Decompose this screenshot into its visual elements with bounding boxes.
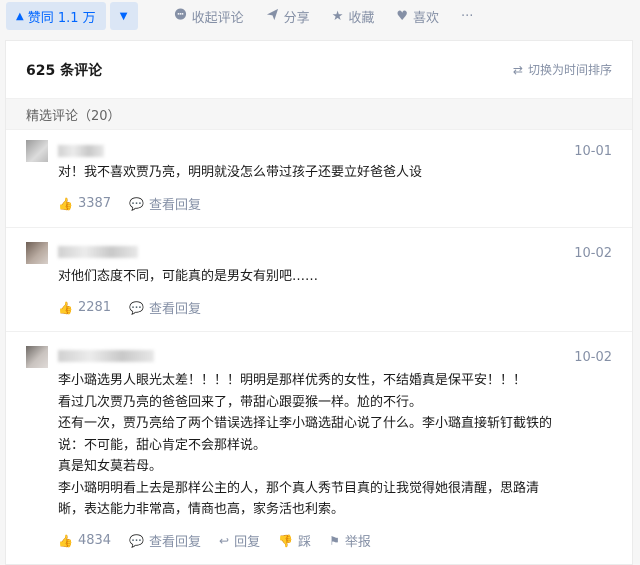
- username-blurred[interactable]: [58, 145, 104, 157]
- comment-icon: 💬: [129, 196, 144, 211]
- collect-button[interactable]: ★ 收藏: [332, 7, 375, 26]
- like-button[interactable]: ♥ 喜欢: [396, 7, 439, 26]
- avatar[interactable]: [26, 140, 48, 162]
- more-button[interactable]: ···: [461, 9, 473, 24]
- view-replies-button[interactable]: 💬 查看回复: [129, 194, 202, 214]
- comment-item: 10-02 对他们态度不同，可能真的是男女有别吧…… 👍 2281 💬 查看回复: [6, 228, 632, 332]
- collect-label: 收藏: [348, 10, 375, 26]
- like-count: 2281: [77, 300, 112, 315]
- view-replies-label: 查看回复: [149, 535, 202, 550]
- share-label: 分享: [283, 10, 310, 26]
- view-replies-button[interactable]: 💬 查看回复: [129, 298, 202, 318]
- upvote-button[interactable]: ▲ 赞同 1.1 万: [6, 2, 106, 30]
- comment-date: 10-02: [574, 246, 612, 261]
- avatar[interactable]: [26, 346, 48, 368]
- comment-line: 说：不可能，甜心肯定不会那样说。: [58, 437, 267, 453]
- sort-label: 切换为时间排序: [527, 63, 612, 77]
- comment-icon: 💬: [129, 300, 144, 315]
- thumb-up-icon: 👍: [58, 533, 73, 548]
- answer-action-bar: ▲ 赞同 1.1 万 ▼ 收起评论 分享 ★ 收藏 ♥ 喜欢 ···: [0, 0, 640, 32]
- comment-date: 10-01: [574, 144, 612, 159]
- comment-line: 李小璐明明看上去是那样公主的人，那个真人秀节目真的让我觉得她很清醒，思路清: [58, 480, 540, 496]
- flag-icon: ⚑: [329, 533, 340, 548]
- report-button[interactable]: ⚑ 举报: [329, 531, 371, 551]
- view-replies-label: 查看回复: [149, 198, 202, 213]
- comment-actions: 👍 3387 💬 查看回复: [6, 184, 632, 224]
- collapse-comments-button[interactable]: 收起评论: [174, 7, 244, 26]
- swap-icon: ⇄: [512, 62, 523, 77]
- comment-line: 真是知女莫若母。: [58, 459, 163, 474]
- reply-label: 回复: [234, 535, 261, 550]
- comment-item: 10-02 李小璐选男人眼光太差！！！！明明是那样优秀的女性，不结婚真是保平安！…: [6, 332, 632, 561]
- share-button[interactable]: 分享: [266, 7, 310, 26]
- comment-text: 对！我不喜欢贾乃亮，明明就没怎么带过孩子还要立好爸爸人设: [6, 160, 632, 184]
- reply-button[interactable]: ↩ 回复: [219, 531, 261, 551]
- section-title: 精选评论（20）: [26, 108, 121, 124]
- dislike-button[interactable]: 👎 踩: [278, 531, 312, 551]
- comment-item: 10-01 对！我不喜欢贾乃亮，明明就没怎么带过孩子还要立好爸爸人设 👍 338…: [6, 130, 632, 228]
- like-count: 3387: [77, 196, 112, 211]
- comment-count: 625 条评论: [26, 62, 103, 79]
- view-replies-button[interactable]: 💬 查看回复: [129, 531, 202, 551]
- comments-panel: 625 条评论 ⇄ 切换为时间排序 精选评论（20） 10-01 对！我不喜欢贾…: [5, 40, 633, 565]
- comment-line: 对！我不喜欢贾乃亮，明明就没怎么带过孩子还要立好爸爸人设: [58, 165, 423, 180]
- share-icon: [266, 8, 279, 25]
- comment-date: 10-02: [574, 350, 612, 365]
- comments-header: 625 条评论 ⇄ 切换为时间排序: [6, 41, 632, 99]
- comment-line: 对他们态度不同，可能真的是男女有别吧……: [58, 269, 319, 284]
- comment-actions: 👍 2281 💬 查看回复: [6, 288, 632, 328]
- dislike-label: 踩: [298, 535, 312, 550]
- sort-toggle[interactable]: ⇄ 切换为时间排序: [513, 61, 612, 78]
- star-icon: ★: [331, 8, 344, 24]
- comment-actions: 👍 4834 💬 查看回复 ↩ 回复 👎 踩 ⚑ 举报: [6, 521, 632, 561]
- like-count: 4834: [77, 533, 112, 548]
- triangle-up-icon: ▲: [16, 10, 24, 22]
- comment-line: 李小璐选男人眼光太差！！！！明明是那样优秀的女性，不结婚真是保平安！！！: [58, 373, 527, 388]
- comment-line: 晰，表达能力非常高，情商也高，家务活也利索。: [58, 502, 345, 517]
- like-label: 喜欢: [413, 10, 440, 26]
- comment-like-button[interactable]: 👍 2281: [58, 300, 111, 315]
- collapse-comments-label: 收起评论: [191, 10, 244, 26]
- downvote-button[interactable]: ▼: [109, 2, 138, 30]
- triangle-down-icon: ▼: [119, 10, 128, 22]
- comment-line: 还有一次，贾乃亮给了两个错误选择让李小璐选甜心说了什么。李小璐直接斩钉截铁的: [58, 416, 553, 431]
- featured-comments-section: 精选评论（20）: [6, 99, 632, 130]
- upvote-label: 赞同 1.1 万: [27, 10, 96, 26]
- username-blurred[interactable]: [58, 350, 154, 362]
- heart-icon: ♥: [396, 8, 409, 24]
- comment-icon: [174, 7, 187, 25]
- thumb-up-icon: 👍: [58, 300, 73, 315]
- thumb-up-icon: 👍: [58, 196, 73, 211]
- comment-line: 看过几次贾乃亮的爸爸回来了，带甜心跟耍猴一样。尬的不行。: [58, 394, 423, 410]
- comment-like-button[interactable]: 👍 4834: [58, 533, 111, 548]
- comment-like-button[interactable]: 👍 3387: [58, 196, 111, 211]
- thumb-down-icon: 👎: [278, 533, 294, 548]
- view-replies-label: 查看回复: [149, 302, 202, 317]
- reply-icon: ↩: [219, 533, 230, 548]
- avatar[interactable]: [26, 242, 48, 264]
- comment-text: 李小璐选男人眼光太差！！！！明明是那样优秀的女性，不结婚真是保平安！！！ 看过几…: [6, 368, 632, 521]
- username-blurred[interactable]: [58, 246, 138, 258]
- comment-icon: 💬: [129, 533, 144, 548]
- more-icon: ···: [461, 8, 474, 24]
- report-label: 举报: [344, 535, 371, 550]
- comment-text: 对他们态度不同，可能真的是男女有别吧……: [6, 264, 632, 288]
